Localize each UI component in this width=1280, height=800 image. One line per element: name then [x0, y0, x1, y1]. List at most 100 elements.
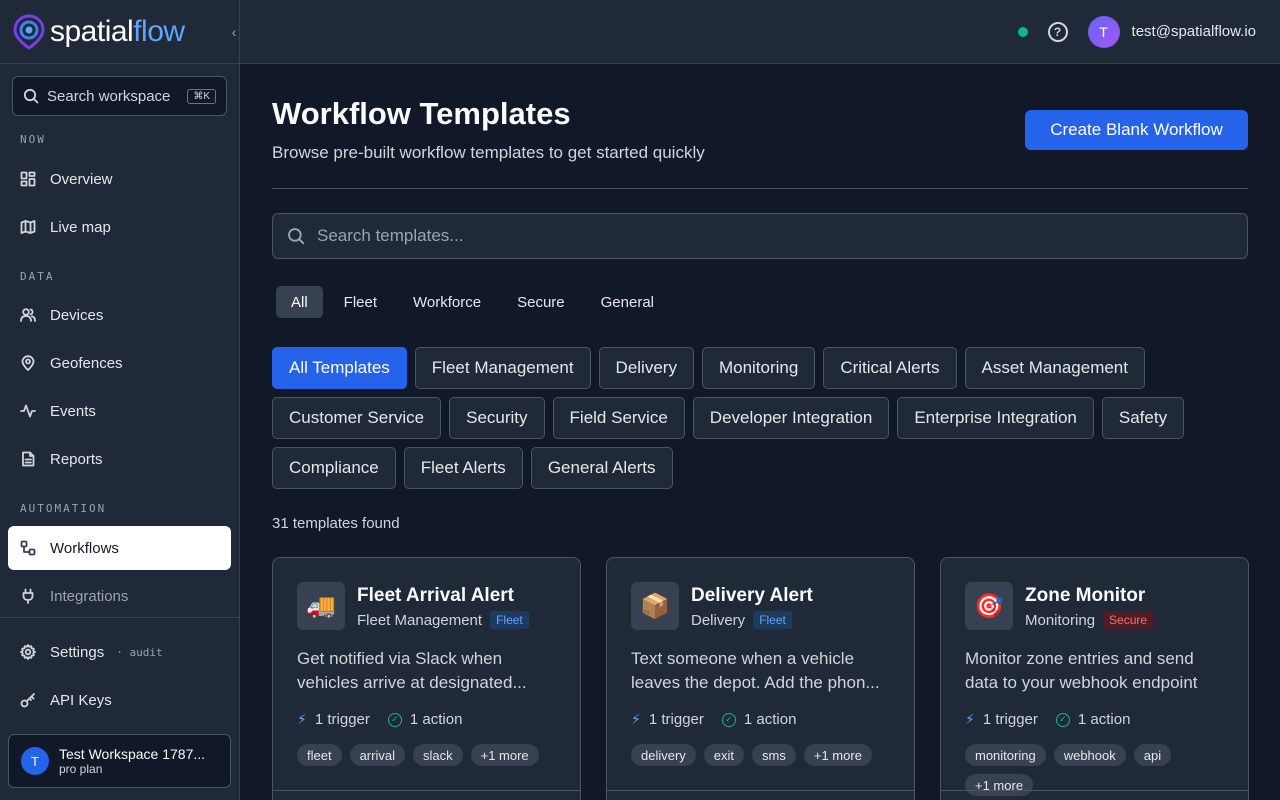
card-stats: ⚡ 1 trigger ✓ 1 action — [965, 711, 1130, 728]
template-search-placeholder: Search templates... — [317, 226, 464, 245]
card-triggers: 1 trigger — [982, 711, 1038, 728]
card-tag-more: +1 more — [470, 744, 539, 766]
category-chip-enterprise-integration[interactable]: Enterprise Integration — [897, 397, 1094, 439]
collapse-sidebar-button[interactable]: ‹ — [227, 22, 241, 42]
card-tag-more: +1 more — [965, 774, 1034, 796]
users-icon — [20, 308, 36, 322]
sidebar-item-workflows[interactable]: Workflows — [8, 526, 231, 570]
key-icon — [20, 693, 35, 708]
template-card-delivery-alert[interactable]: 📦 Delivery Alert Delivery Fleet Text som… — [606, 557, 915, 800]
sidebar-item-label: Reports — [50, 450, 103, 468]
user-email[interactable]: test@spatialflow.io — [1132, 23, 1256, 40]
settings-audit-note: · audit — [116, 645, 163, 659]
top-bar: ? T test@spatialflow.io — [240, 0, 1280, 64]
sidebar-item-label: Live map — [50, 218, 111, 236]
package-icon: 📦 — [631, 582, 679, 630]
card-footer-divider — [941, 790, 1248, 791]
plug-icon — [22, 588, 34, 604]
template-card-fleet-arrival-alert[interactable]: 🚚 Fleet Arrival Alert Fleet Management F… — [272, 557, 581, 800]
sidebar-item-api-keys[interactable]: API Keys — [8, 678, 231, 722]
category-chip-critical-alerts[interactable]: Critical Alerts — [823, 347, 957, 389]
template-card-zone-monitor[interactable]: 🎯 Zone Monitor Monitoring Secure Monitor… — [940, 557, 1249, 800]
help-icon[interactable]: ? — [1047, 21, 1068, 42]
lightning-icon: ⚡ — [297, 711, 307, 727]
category-chip-all-templates[interactable]: All Templates — [272, 347, 407, 389]
category-chip-customer-service[interactable]: Customer Service — [272, 397, 442, 439]
workflow-icon — [20, 540, 36, 556]
card-category: Monitoring — [1025, 611, 1096, 629]
search-shortcut: ⌘K — [187, 88, 216, 104]
card-tags: delivery exit sms +1 more — [631, 744, 891, 766]
map-icon — [20, 220, 36, 234]
category-chip-fleet-alerts[interactable]: Fleet Alerts — [403, 447, 523, 489]
create-blank-workflow-button[interactable]: Create Blank Workflow — [1025, 110, 1248, 150]
logo-pin-icon — [13, 13, 45, 50]
sidebar-item-reports[interactable]: Reports — [8, 437, 231, 481]
card-description-line: Text someone when a vehicle — [631, 649, 855, 668]
card-title: Fleet Arrival Alert — [357, 585, 514, 606]
category-chip-monitoring[interactable]: Monitoring — [701, 347, 816, 389]
card-badge: Fleet — [753, 611, 792, 629]
sidebar-item-geofences[interactable]: Geofences — [8, 341, 231, 385]
sidebar-item-integrations[interactable]: Integrations — [8, 574, 231, 618]
tab-workforce[interactable]: Workforce — [398, 286, 496, 318]
card-category: Delivery — [691, 611, 746, 629]
sidebar-item-label: Events — [50, 402, 96, 420]
tab-general[interactable]: General — [586, 286, 669, 318]
lightning-icon: ⚡ — [631, 711, 641, 727]
category-chip-compliance[interactable]: Compliance — [272, 447, 396, 489]
page-subtitle: Browse pre-built workflow templates to g… — [272, 143, 705, 162]
category-chip-delivery[interactable]: Delivery — [598, 347, 694, 389]
brand: spatialflow ‹ — [0, 0, 239, 64]
card-description: Monitor zone entries and send data to yo… — [965, 647, 1225, 695]
template-cards: 🚚 Fleet Arrival Alert Fleet Management F… — [272, 557, 1249, 800]
card-tag: delivery — [631, 744, 696, 766]
workspace-search[interactable]: Search workspace ⌘K — [12, 76, 227, 116]
sidebar-item-label: Settings — [50, 643, 105, 661]
category-chip-security[interactable]: Security — [449, 397, 545, 439]
card-triggers: 1 trigger — [648, 711, 704, 728]
category-chip-safety[interactable]: Safety — [1101, 397, 1185, 439]
card-tag: sms — [752, 744, 796, 766]
chevron-left-icon: ‹ — [231, 24, 237, 40]
card-actions: 1 action — [743, 711, 797, 728]
user-avatar[interactable]: T — [1087, 15, 1120, 48]
brand-name: spatialflow — [50, 15, 185, 49]
category-chip-developer-integration[interactable]: Developer Integration — [692, 397, 890, 439]
category-filters: All Templates Fleet Management Delivery … — [272, 347, 1248, 489]
sidebar-item-label: Devices — [50, 306, 104, 324]
workspace-name: Test Workspace 1787... — [59, 746, 206, 762]
section-label-data: DATA — [20, 270, 55, 283]
card-footer-divider — [273, 790, 580, 791]
template-search-input[interactable]: Search templates... — [272, 213, 1248, 259]
category-chip-field-service[interactable]: Field Service — [552, 397, 685, 439]
card-tags: monitoring webhook api +1 more — [965, 744, 1225, 796]
category-chip-general-alerts[interactable]: General Alerts — [530, 447, 673, 489]
section-label-now: NOW — [20, 133, 46, 146]
card-description-line: Get notified via Slack when — [297, 649, 503, 668]
search-icon — [288, 228, 305, 245]
card-stats: ⚡ 1 trigger ✓ 1 action — [631, 711, 796, 728]
card-tag: api — [1133, 744, 1172, 766]
tab-fleet[interactable]: Fleet — [329, 286, 392, 318]
sidebar-item-overview[interactable]: Overview — [8, 157, 231, 201]
workspace-switcher[interactable]: T Test Workspace 1787... pro plan — [8, 734, 231, 788]
sidebar-item-settings[interactable]: Settings · audit — [8, 630, 231, 674]
tab-secure[interactable]: Secure — [502, 286, 580, 318]
card-tags: fleet arrival slack +1 more — [297, 744, 557, 766]
card-description: Text someone when a vehicle leaves the d… — [631, 647, 891, 695]
status-indicator — [1017, 26, 1028, 37]
card-tag-more: +1 more — [803, 744, 872, 766]
main-content: Workflow Templates Browse pre-built work… — [272, 64, 1249, 800]
card-description-line: Monitor zone entries and send — [965, 649, 1194, 668]
template-count: 31 templates found — [272, 515, 400, 532]
sidebar-item-devices[interactable]: Devices — [8, 293, 231, 337]
sidebar-item-live-map[interactable]: Live map — [8, 205, 231, 249]
category-chip-asset-management[interactable]: Asset Management — [964, 347, 1145, 389]
activity-icon — [20, 404, 36, 418]
sidebar-item-events[interactable]: Events — [8, 389, 231, 433]
category-chip-fleet-management[interactable]: Fleet Management — [414, 347, 591, 389]
sidebar-item-label: API Keys — [50, 691, 112, 709]
tab-all[interactable]: All — [276, 286, 323, 318]
card-badge: Fleet — [490, 611, 529, 629]
